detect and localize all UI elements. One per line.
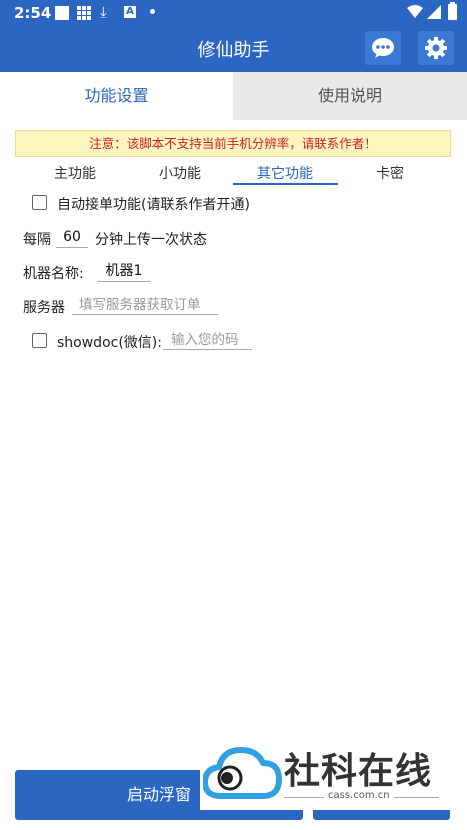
wifi-icon [407,5,423,18]
server-input[interactable]: 填写服务器获取订单 [72,295,218,315]
resolution-warning: 注意：该脚本不支持当前手机分辨率，请联系作者！ [15,130,451,157]
status-time: 2:54 [14,4,52,22]
signal-icon [427,5,441,19]
top-tabs: 功能设置 使用说明 [0,72,467,120]
subtab-indicator [233,183,338,185]
battery-icon [448,2,457,20]
status-bar: 2:54 ⤓ A [0,0,467,26]
server-label: 服务器 [23,300,65,316]
auto-accept-label: 自动接单功能(请联系作者开通) [57,197,250,213]
showdoc-label: showdoc(微信): [57,335,162,351]
tab-instructions[interactable]: 使用说明 [233,72,467,120]
machine-name-input[interactable]: 机器1 [97,261,151,282]
interval-input[interactable]: 60 [56,227,88,248]
a-notification-icon: A [124,6,136,18]
showdoc-checkbox[interactable] [32,333,47,348]
tab-function-settings[interactable]: 功能设置 [0,72,233,120]
subtab-card-key[interactable]: 卡密 [376,163,404,183]
cloud-logo-icon [203,747,282,799]
watermark-text: 社科在线 [284,751,433,792]
watermark: 社科在线 cass.com.cn [200,740,452,810]
settings-button[interactable] [418,31,454,65]
showdoc-input[interactable]: 输入您的码 [163,330,252,350]
dot-icon [150,9,155,14]
subtab-other[interactable]: 其它功能 [257,163,313,183]
grid-icon [77,6,91,20]
watermark-domain: cass.com.cn [324,790,394,801]
subtab-main[interactable]: 主功能 [54,163,96,183]
download-icon: ⤓ [100,3,107,21]
machine-name-label: 机器名称: [23,266,84,282]
gear-icon [425,37,447,59]
app-bar: 修仙助手 [0,26,467,72]
notification-square-icon [55,6,69,20]
chat-bubble-icon [372,38,394,58]
subtab-small[interactable]: 小功能 [159,163,201,183]
auto-accept-checkbox[interactable] [32,195,47,210]
interval-suffix: 分钟上传一次状态 [95,232,207,248]
interval-prefix: 每隔 [23,232,51,248]
chat-button[interactable] [365,31,401,65]
